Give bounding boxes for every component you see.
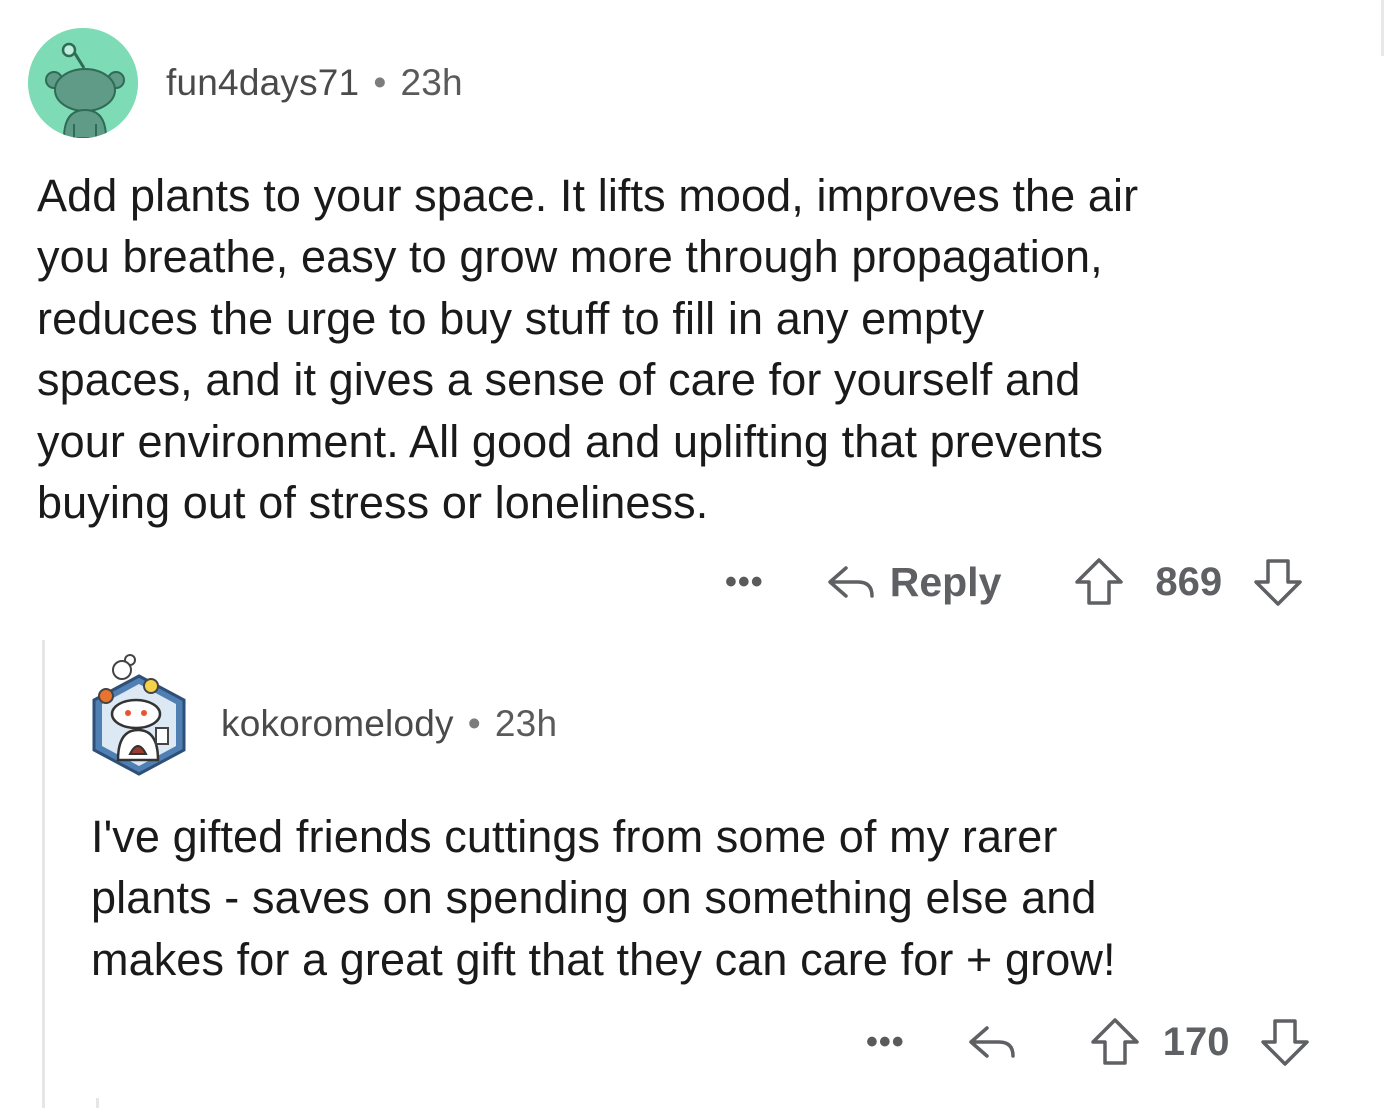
comment-line: spaces, and it gives a sense of care for… <box>37 354 1081 406</box>
timestamp[interactable]: 23h <box>495 703 557 744</box>
comment-line: plants - saves on spending on something … <box>91 872 1097 924</box>
vote-score: 869 <box>1155 559 1223 604</box>
comment-body: Add plants to your space. It lifts mood,… <box>37 165 1138 533</box>
comment-line: makes for a great gift that they can car… <box>91 933 1116 985</box>
comment-line: I've gifted friends cuttings from some o… <box>91 811 1058 862</box>
downvote-arrow-icon[interactable] <box>1259 1016 1311 1068</box>
comment-line: buying out of stress or loneliness. <box>37 477 709 529</box>
reply-arrow-icon <box>827 566 874 598</box>
more-options-icon[interactable]: ••• <box>866 1023 905 1062</box>
meta-separator: • <box>373 62 387 103</box>
comment-line: reduces the urge to buy stuff to fill in… <box>37 292 985 344</box>
comment-actions: ••• Reply 869 <box>725 552 1304 612</box>
vote-score: 170 <box>1162 1019 1230 1064</box>
snoo-avatar-icon <box>92 654 186 776</box>
more-options-icon[interactable]: ••• <box>725 563 764 602</box>
comment-line: you breathe, easy to grow more through p… <box>37 231 1103 283</box>
upvote-arrow-icon[interactable] <box>1089 1016 1141 1068</box>
reply-arrow-icon[interactable] <box>967 1022 1019 1062</box>
snoo-avatar-icon <box>28 28 138 138</box>
thread-line[interactable] <box>42 640 45 1108</box>
comment-line: Add plants to your space. It lifts mood,… <box>37 170 1139 221</box>
username[interactable]: kokoromelody <box>221 703 454 744</box>
timestamp[interactable]: 23h <box>400 62 462 103</box>
user-avatar[interactable] <box>88 650 190 780</box>
user-avatar[interactable] <box>28 28 138 138</box>
reply-label: Reply <box>889 558 1002 605</box>
comment-actions: ••• 170 <box>866 1012 1311 1072</box>
reply-button[interactable]: Reply <box>826 558 1002 606</box>
downvote-arrow-icon[interactable] <box>1252 556 1304 608</box>
comment-body: I've gifted friends cuttings from some o… <box>91 806 1116 990</box>
comment-meta: fun4days71 • 23h <box>166 62 463 104</box>
comment-meta: kokoromelody • 23h <box>221 703 557 745</box>
meta-separator: • <box>467 703 481 744</box>
comment-line: your environment. All good and uplifting… <box>37 415 1104 467</box>
username[interactable]: fun4days71 <box>166 62 359 103</box>
thread-line[interactable] <box>96 1098 99 1108</box>
upvote-arrow-icon[interactable] <box>1073 556 1125 608</box>
